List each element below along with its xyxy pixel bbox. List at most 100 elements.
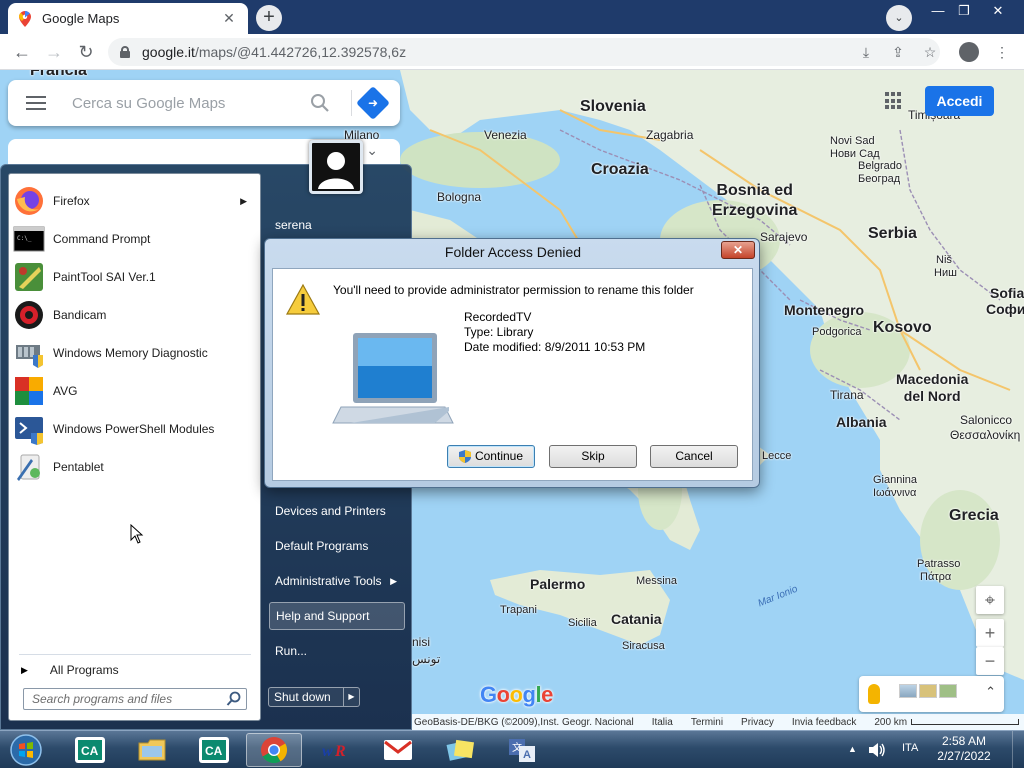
avg-icon <box>15 377 43 405</box>
url-host: google.it <box>142 44 195 60</box>
dialog-body: You'll need to provide administrator per… <box>272 268 753 481</box>
terms-link[interactable]: Termini <box>691 717 723 728</box>
forward-arrow-icon[interactable]: → <box>42 40 66 64</box>
browser-menu-icon[interactable]: ⋮ <box>992 42 1012 62</box>
program-firefox[interactable]: Firefox ▶ <box>13 182 257 220</box>
search-icon[interactable] <box>226 691 242 707</box>
region-link[interactable]: Italia <box>652 717 673 728</box>
google-logo: Google <box>480 682 553 707</box>
map-label-grecia: Grecia <box>949 507 999 524</box>
skip-button[interactable]: Skip <box>549 445 637 468</box>
program-avg[interactable]: AVG <box>13 372 257 410</box>
taskbar-chrome[interactable] <box>246 733 302 767</box>
share-icon[interactable]: ⇪ <box>888 42 908 62</box>
program-powershell-modules[interactable]: Windows PowerShell Modules <box>13 410 257 448</box>
all-programs-button[interactable]: ▶ All Programs <box>21 660 253 680</box>
program-command-prompt[interactable]: C:\_ Command Prompt <box>13 220 257 258</box>
feedback-link[interactable]: Invia feedback <box>792 717 857 728</box>
shutdown-button[interactable]: Shut down <box>268 687 344 707</box>
start-search-input[interactable]: Search programs and files <box>23 688 247 710</box>
tab-close-icon[interactable]: ✕ <box>220 10 238 27</box>
taskbar-translator[interactable]: 文A <box>494 733 550 767</box>
svg-text:CA: CA <box>205 744 223 758</box>
expand-layers-icon[interactable]: ⌃ <box>985 684 996 700</box>
start-orb-icon[interactable] <box>6 733 46 767</box>
clock-date: 2/27/2022 <box>937 749 991 763</box>
shutdown-options-arrow-icon[interactable]: ▶ <box>344 687 360 707</box>
warning-icon <box>285 283 321 315</box>
folder-icon <box>138 739 166 761</box>
close-window-button[interactable]: ✕ <box>986 2 1010 20</box>
taskbar-sticky-notes[interactable] <box>432 733 488 767</box>
continue-button[interactable]: Continue <box>447 445 535 468</box>
my-location-icon[interactable]: ⌖ <box>976 586 1004 614</box>
traffic-layer-thumbnail[interactable] <box>939 684 957 698</box>
scale-indicator[interactable]: 200 km <box>874 717 1020 728</box>
input-language-indicator[interactable]: ITA <box>902 742 918 754</box>
tab-search-button[interactable]: ⌄ <box>886 5 912 31</box>
taskbar-wordreference[interactable]: wR <box>308 733 364 767</box>
sticky-notes-icon <box>446 739 475 761</box>
volume-icon[interactable] <box>868 742 886 758</box>
taskbar-gmail[interactable] <box>370 733 426 767</box>
program-windows-memory-diagnostic[interactable]: Windows Memory Diagnostic <box>13 334 257 372</box>
chevron-down-icon[interactable]: ⌄ <box>366 142 378 159</box>
start-run[interactable]: Run... <box>269 637 405 665</box>
maximize-window-button[interactable]: ❐ <box>952 2 976 20</box>
reload-icon[interactable]: ↻ <box>74 40 98 64</box>
google-apps-icon[interactable] <box>885 92 903 110</box>
terrain-layer-thumbnail[interactable] <box>919 684 937 698</box>
program-pentablet[interactable]: Pentablet <box>13 448 257 486</box>
show-desktop-button[interactable] <box>1012 731 1024 768</box>
layers-bar: ⌃ <box>859 676 1004 712</box>
dialog-close-button[interactable]: ✕ <box>721 241 755 259</box>
google-maps-pin-icon <box>19 10 31 27</box>
start-administrative-tools[interactable]: Administrative Tools ▶ <box>269 567 405 595</box>
start-menu-programs-pane: Firefox ▶ C:\_ Command Prompt PaintTool … <box>8 173 261 721</box>
start-devices-and-printers[interactable]: Devices and Printers <box>269 497 405 525</box>
address-bar[interactable]: google.it/maps/@41.442726,12.392578,6z <box>108 38 940 66</box>
tab-title: Google Maps <box>42 11 120 26</box>
privacy-link[interactable]: Privacy <box>741 717 774 728</box>
bandicam-icon <box>15 301 43 329</box>
bookmark-star-icon[interactable]: ☆ <box>920 42 940 62</box>
taskbar-clock[interactable]: 2:58 AM 2/27/2022 <box>928 734 1000 764</box>
cancel-button[interactable]: Cancel <box>650 445 738 468</box>
install-app-icon[interactable]: ⤓ <box>856 42 876 62</box>
map-label-francia: Francia <box>30 70 87 79</box>
browser-tab-google-maps[interactable]: Google Maps ✕ <box>8 3 248 34</box>
zoom-in-button[interactable]: + <box>976 619 1004 647</box>
map-label-tunisi: nisi <box>412 635 431 649</box>
minimize-window-button[interactable]: — <box>926 2 950 20</box>
back-arrow-icon[interactable]: ← <box>10 40 34 64</box>
start-default-programs[interactable]: Default Programs <box>269 532 405 560</box>
user-account-picture[interactable] <box>309 140 363 194</box>
street-view-pegman-icon[interactable] <box>868 684 880 704</box>
profile-avatar-icon[interactable] <box>959 42 979 62</box>
taskbar-credit-agricole-2[interactable]: CA <box>186 733 242 767</box>
program-painttool-sai[interactable]: PaintTool SAI Ver.1 <box>13 258 257 296</box>
maps-search-input[interactable]: Cerca su Google Maps <box>72 95 225 112</box>
maps-search-box[interactable]: Cerca su Google Maps ➜ <box>8 80 400 126</box>
taskbar-file-explorer[interactable] <box>124 733 180 767</box>
map-label-salonicco-gr: Θεσσαλονίκη <box>950 428 1021 442</box>
start-help-and-support[interactable]: Help and Support <box>269 602 405 630</box>
item-details: RecordedTV Type: Library Date modified: … <box>464 310 645 355</box>
search-icon[interactable] <box>310 93 330 113</box>
zoom-out-button[interactable]: − <box>976 647 1004 675</box>
map-label-bosnia: Bosnia ed Erzegovina <box>712 182 798 219</box>
map-label-croazia: Croazia <box>591 161 649 178</box>
svg-text:CA: CA <box>81 744 99 758</box>
satellite-layer-thumbnail[interactable] <box>899 684 917 698</box>
taskbar-credit-agricole-1[interactable]: CA <box>62 733 118 767</box>
hamburger-menu-icon[interactable] <box>26 96 46 110</box>
tray-overflow-arrow-icon[interactable]: ▲ <box>848 744 857 754</box>
start-user-folder[interactable]: serena <box>269 211 405 239</box>
program-bandicam[interactable]: Bandicam <box>13 296 257 334</box>
new-tab-button[interactable]: + <box>256 5 282 31</box>
lock-icon[interactable] <box>120 46 130 58</box>
directions-icon[interactable]: ➜ <box>356 86 390 120</box>
wordreference-icon: wR <box>322 743 346 760</box>
map-label-sofia: Sofia <box>990 285 1024 301</box>
sign-in-button[interactable]: Accedi <box>925 86 994 116</box>
